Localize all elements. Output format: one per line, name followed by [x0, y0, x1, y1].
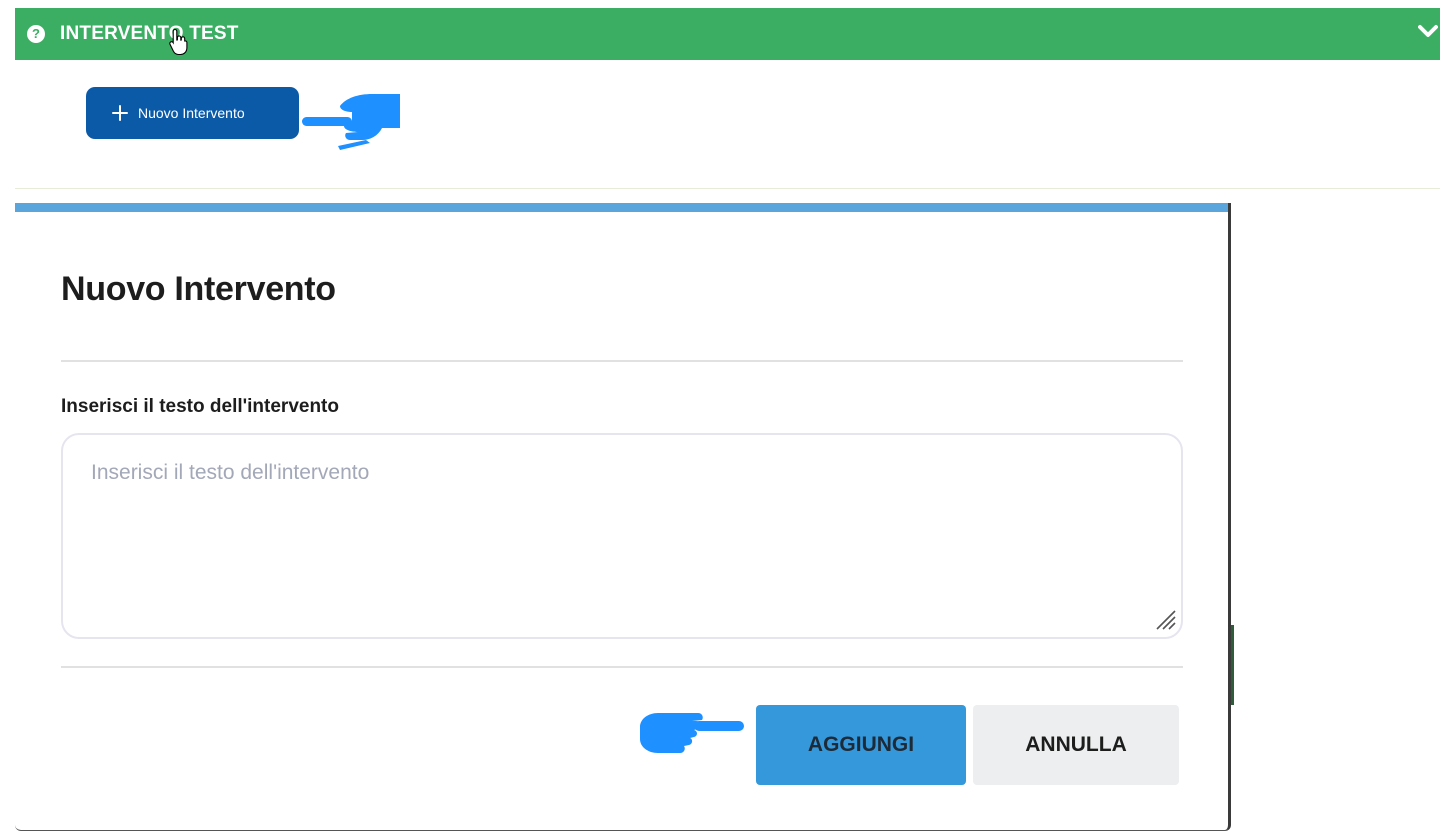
question-circle-icon: ?	[27, 25, 45, 43]
modal-title: Nuovo Intervento	[61, 270, 336, 308]
resize-handle-icon[interactable]	[1151, 605, 1177, 631]
new-intervention-label: Nuovo Intervento	[138, 105, 245, 121]
pointing-hand-icon	[302, 94, 400, 150]
accordion-title: INTERVENTO TEST	[60, 23, 239, 44]
accordion-header[interactable]: ? INTERVENTO TEST	[15, 8, 1440, 60]
pointing-hand-icon	[640, 713, 744, 753]
hand-cursor-icon	[169, 28, 188, 56]
modal-divider	[61, 360, 1183, 362]
new-intervention-modal: Nuovo Intervento Inserisci il testo dell…	[15, 203, 1231, 831]
chevron-down-icon[interactable]	[1418, 24, 1438, 40]
modal-footer-divider	[61, 666, 1183, 668]
intervention-text-input[interactable]	[61, 433, 1183, 639]
add-button[interactable]: AGGIUNGI	[756, 705, 966, 785]
cancel-button[interactable]: ANNULLA	[973, 705, 1179, 785]
plus-icon	[112, 105, 128, 121]
section-divider	[15, 188, 1440, 189]
new-intervention-button[interactable]: Nuovo Intervento	[86, 87, 299, 139]
field-label: Inserisci il testo dell'intervento	[61, 396, 339, 417]
modal-accent-bar	[15, 203, 1228, 212]
